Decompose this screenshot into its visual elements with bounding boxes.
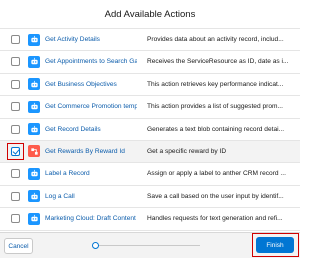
cancel-button[interactable]: Cancel <box>4 238 33 254</box>
action-checkbox[interactable] <box>11 79 20 89</box>
action-list: Get Activity Details Provides data about … <box>0 29 300 253</box>
action-description: Generates a text blob containing record … <box>147 125 285 133</box>
action-description: Save a call based on the user input by i… <box>147 192 284 200</box>
progress-track <box>95 245 200 246</box>
action-row[interactable]: Get Commerce Promotion temp... This actio… <box>0 96 300 119</box>
action-name[interactable]: Label a Record <box>45 163 137 184</box>
dialog-title: Add Available Actions <box>104 8 196 20</box>
action-description: Assign or apply a label to anther CRM re… <box>147 170 286 178</box>
flow-icon <box>28 145 40 158</box>
action-row[interactable]: Get Appointments to Search Ga... Receives… <box>0 51 300 74</box>
action-description: Get a specific reward by ID <box>147 147 227 155</box>
action-name[interactable]: Get Activity Details <box>45 29 137 50</box>
action-row[interactable]: Get Record Details Generates a text blob … <box>0 119 300 141</box>
action-name[interactable]: Get Rewards By Reward Id <box>45 141 137 162</box>
action-description: Provides data about an activity record, … <box>147 36 284 43</box>
action-row[interactable]: Log a Call Save a call based on the user … <box>0 186 300 209</box>
action-checkbox[interactable] <box>11 124 20 134</box>
action-description: Receives the ServiceResource as ID, date… <box>147 58 289 66</box>
action-row[interactable]: Marketing Cloud: Draft Content Handles re… <box>0 208 300 231</box>
bot-icon <box>28 167 40 180</box>
action-checkbox[interactable] <box>11 35 20 44</box>
progress-step-indicator <box>92 242 99 249</box>
action-description: Handles requests for text generation and… <box>147 215 283 223</box>
bot-icon <box>28 33 40 46</box>
action-row[interactable]: Get Business Objectives This action retri… <box>0 74 300 97</box>
action-checkbox[interactable] <box>11 214 20 224</box>
action-name[interactable]: Marketing Cloud: Draft Content <box>45 208 137 229</box>
action-name[interactable]: Get Business Objectives <box>45 74 137 95</box>
action-checkbox[interactable] <box>11 57 20 67</box>
action-checkbox[interactable] <box>11 102 20 112</box>
bot-icon <box>28 78 40 91</box>
bot-icon <box>28 190 40 203</box>
action-name[interactable]: Get Record Details <box>45 119 137 140</box>
bot-icon <box>28 123 40 136</box>
bot-icon <box>28 212 40 225</box>
action-description: This action provides a list of suggested… <box>147 103 283 111</box>
action-checkbox[interactable] <box>11 191 20 201</box>
action-name[interactable]: Log a Call <box>45 186 137 207</box>
bot-icon <box>28 55 40 68</box>
action-row[interactable]: Get Activity Details Provides data about … <box>0 29 300 52</box>
action-row[interactable]: Get Rewards By Reward Id Get a specific r… <box>0 140 300 164</box>
action-checkbox[interactable] <box>11 169 20 179</box>
action-name[interactable]: Get Appointments to Search Ga... <box>45 51 137 72</box>
action-row[interactable]: Label a Record Assign or apply a label to… <box>0 163 300 186</box>
bot-icon <box>28 100 40 113</box>
action-description: This action retrieves key performance in… <box>147 80 284 88</box>
finish-button[interactable]: Finish <box>256 237 294 253</box>
action-name[interactable]: Get Commerce Promotion temp... <box>45 96 137 117</box>
action-checkbox[interactable] <box>11 146 20 156</box>
